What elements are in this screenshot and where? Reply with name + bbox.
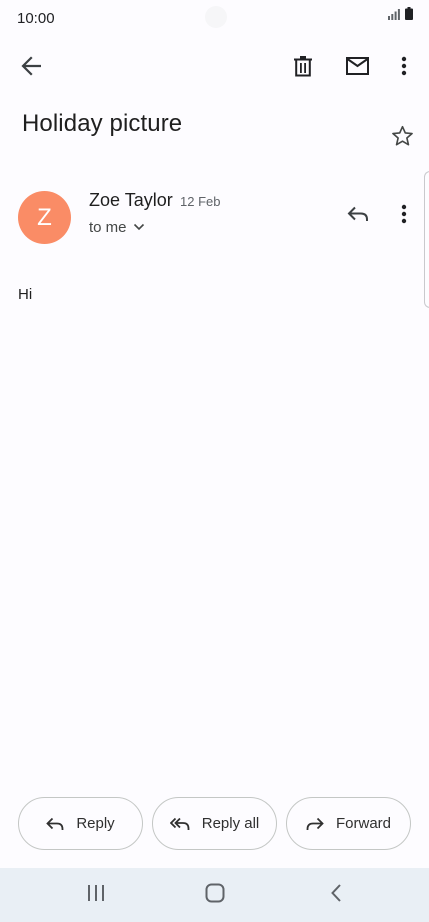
status-time: 10:00	[17, 10, 55, 27]
reply-icon	[46, 817, 64, 831]
star-button[interactable]	[388, 122, 416, 150]
nav-back-button[interactable]	[316, 882, 356, 908]
reply-label: Reply	[76, 815, 115, 832]
email-detail-screen: 10:00 Holiday picture Z Zoe Taylor 12 Fe…	[0, 0, 429, 922]
more-vert-icon	[401, 204, 407, 224]
mark-unread-button[interactable]	[342, 50, 372, 82]
mark-unread-icon	[345, 57, 369, 75]
sender-name: Zoe Taylor	[89, 190, 173, 210]
forward-button[interactable]: Forward	[286, 797, 411, 850]
reply-button[interactable]: Reply	[18, 797, 143, 850]
recipient-details-toggle[interactable]: to me	[89, 218, 145, 236]
more-vert-icon	[401, 56, 407, 76]
email-body: Hi	[18, 286, 33, 303]
reply-icon	[347, 206, 369, 222]
star-icon	[391, 125, 414, 147]
status-icons	[388, 7, 413, 25]
battery-icon	[405, 7, 413, 25]
recent-apps-button[interactable]	[76, 882, 116, 908]
back-button[interactable]	[14, 50, 48, 82]
reply-all-label: Reply all	[201, 815, 260, 832]
home-icon	[205, 883, 225, 908]
camera-cutout	[205, 6, 227, 28]
reply-icon-button[interactable]	[342, 200, 374, 228]
signal-icon	[388, 7, 400, 25]
avatar-initial: Z	[37, 203, 52, 231]
scroll-handle[interactable]	[424, 171, 429, 308]
chevron-down-icon	[133, 218, 145, 236]
sender-date: 12 Feb	[180, 194, 221, 209]
back-arrow-icon	[21, 56, 41, 76]
status-bar: 10:00	[0, 0, 429, 36]
recipient-label: to me	[89, 218, 127, 236]
home-button[interactable]	[195, 882, 235, 908]
delete-icon	[294, 55, 312, 77]
delete-button[interactable]	[288, 50, 318, 82]
forward-icon	[306, 817, 324, 831]
reply-all-icon	[169, 817, 190, 831]
nav-back-icon	[330, 883, 342, 908]
email-subject: Holiday picture	[22, 110, 183, 137]
system-nav-bar	[0, 868, 429, 922]
message-more-options-button[interactable]	[392, 200, 416, 228]
sender-avatar[interactable]: Z	[18, 191, 71, 244]
recent-apps-icon	[87, 884, 105, 907]
more-options-button[interactable]	[392, 50, 416, 82]
forward-label: Forward	[335, 815, 391, 832]
reply-all-button[interactable]: Reply all	[152, 797, 277, 850]
